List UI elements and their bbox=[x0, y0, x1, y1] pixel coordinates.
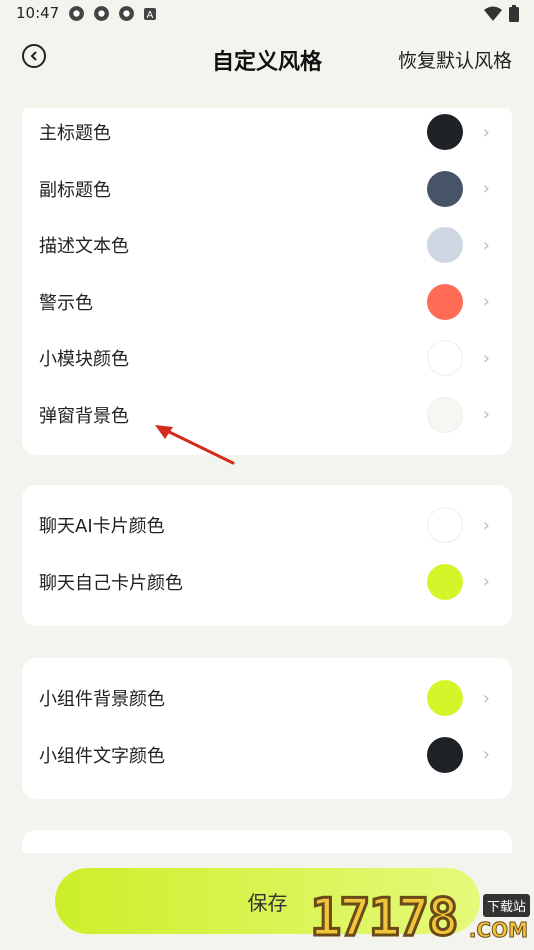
color-swatch bbox=[427, 227, 463, 264]
annotation-arrow-icon bbox=[155, 425, 235, 465]
color-swatch bbox=[427, 563, 463, 600]
battery-icon bbox=[509, 5, 519, 22]
color-row-widget-bg[interactable]: 小组件背景颜色 › bbox=[22, 670, 512, 727]
settings-group-chat-colors: 聊天AI卡片颜色 › 聊天自己卡片颜色 › bbox=[22, 485, 512, 626]
status-bar: 10:47 A bbox=[0, 0, 534, 30]
settings-group-more bbox=[22, 830, 512, 853]
status-time: 10:47 bbox=[16, 4, 60, 22]
chevron-right-icon: › bbox=[482, 744, 490, 766]
chevron-right-icon: › bbox=[482, 347, 490, 369]
row-label: 警示色 bbox=[39, 292, 93, 314]
chevron-right-icon: › bbox=[482, 234, 490, 256]
color-swatch bbox=[427, 283, 463, 320]
a-icon: A bbox=[144, 7, 156, 21]
settings-list[interactable]: 主标题色 › 副标题色 › 描述文本色 › 警示色 › 小模块颜色 › 弹窗背景色 › 聊天… bbox=[0, 108, 534, 853]
row-label: 描述文本色 bbox=[39, 236, 129, 258]
settings-icon bbox=[69, 6, 84, 21]
settings-group-text-colors: 主标题色 › 副标题色 › 描述文本色 › 警示色 › 小模块颜色 › 弹窗背景色 › bbox=[22, 108, 512, 455]
color-swatch bbox=[427, 396, 463, 433]
chevron-right-icon: › bbox=[482, 687, 490, 709]
settings-icon bbox=[119, 6, 134, 21]
color-row-popup-bg[interactable]: 弹窗背景色 › bbox=[22, 387, 512, 444]
color-swatch bbox=[427, 114, 463, 151]
color-row-small-module[interactable]: 小模块颜色 › bbox=[22, 330, 512, 387]
settings-group-widget-colors: 小组件背景颜色 › 小组件文字颜色 › bbox=[22, 658, 512, 799]
row-label: 小组件背景颜色 bbox=[39, 689, 165, 711]
color-row-main-title[interactable]: 主标题色 › bbox=[22, 108, 512, 161]
color-row-chat-ai-card[interactable]: 聊天AI卡片颜色 › bbox=[22, 497, 512, 554]
row-label: 主标题色 bbox=[39, 123, 111, 145]
settings-icon bbox=[94, 6, 109, 21]
watermark-logo: 17178 下载站 .COM bbox=[309, 887, 532, 950]
chevron-right-icon: › bbox=[482, 404, 490, 426]
color-swatch bbox=[427, 680, 463, 717]
color-row-widget-text[interactable]: 小组件文字颜色 › bbox=[22, 727, 512, 784]
watermark-tag: 下载站 bbox=[482, 894, 530, 917]
color-row-warning[interactable]: 警示色 › bbox=[22, 274, 512, 331]
restore-default-button[interactable]: 恢复默认风格 bbox=[398, 46, 512, 73]
chevron-right-icon: › bbox=[482, 514, 490, 536]
svg-text:A: A bbox=[147, 10, 154, 21]
row-label: 聊天AI卡片颜色 bbox=[39, 516, 165, 538]
chevron-right-icon: › bbox=[482, 121, 490, 143]
row-label: 小组件文字颜色 bbox=[39, 745, 165, 767]
row-label: 聊天自己卡片颜色 bbox=[39, 572, 183, 594]
chevron-right-icon: › bbox=[482, 291, 490, 313]
watermark-number: 17178 bbox=[309, 887, 461, 950]
header: 自定义风格 恢复默认风格 bbox=[0, 30, 534, 88]
chevron-right-icon: › bbox=[482, 571, 490, 593]
color-row-subtitle[interactable]: 副标题色 › bbox=[22, 161, 512, 218]
row-label: 弹窗背景色 bbox=[39, 405, 129, 427]
color-row-description[interactable]: 描述文本色 › bbox=[22, 217, 512, 274]
row-label: 小模块颜色 bbox=[39, 349, 129, 371]
color-swatch bbox=[427, 340, 463, 377]
color-swatch bbox=[427, 170, 463, 207]
color-row-chat-self-card[interactable]: 聊天自己卡片颜色 › bbox=[22, 554, 512, 611]
color-swatch bbox=[427, 736, 463, 773]
color-swatch bbox=[427, 507, 463, 544]
watermark-suffix: .COM bbox=[468, 918, 528, 943]
wifi-icon bbox=[484, 6, 502, 21]
chevron-right-icon: › bbox=[482, 178, 490, 200]
row-label: 副标题色 bbox=[39, 179, 111, 201]
